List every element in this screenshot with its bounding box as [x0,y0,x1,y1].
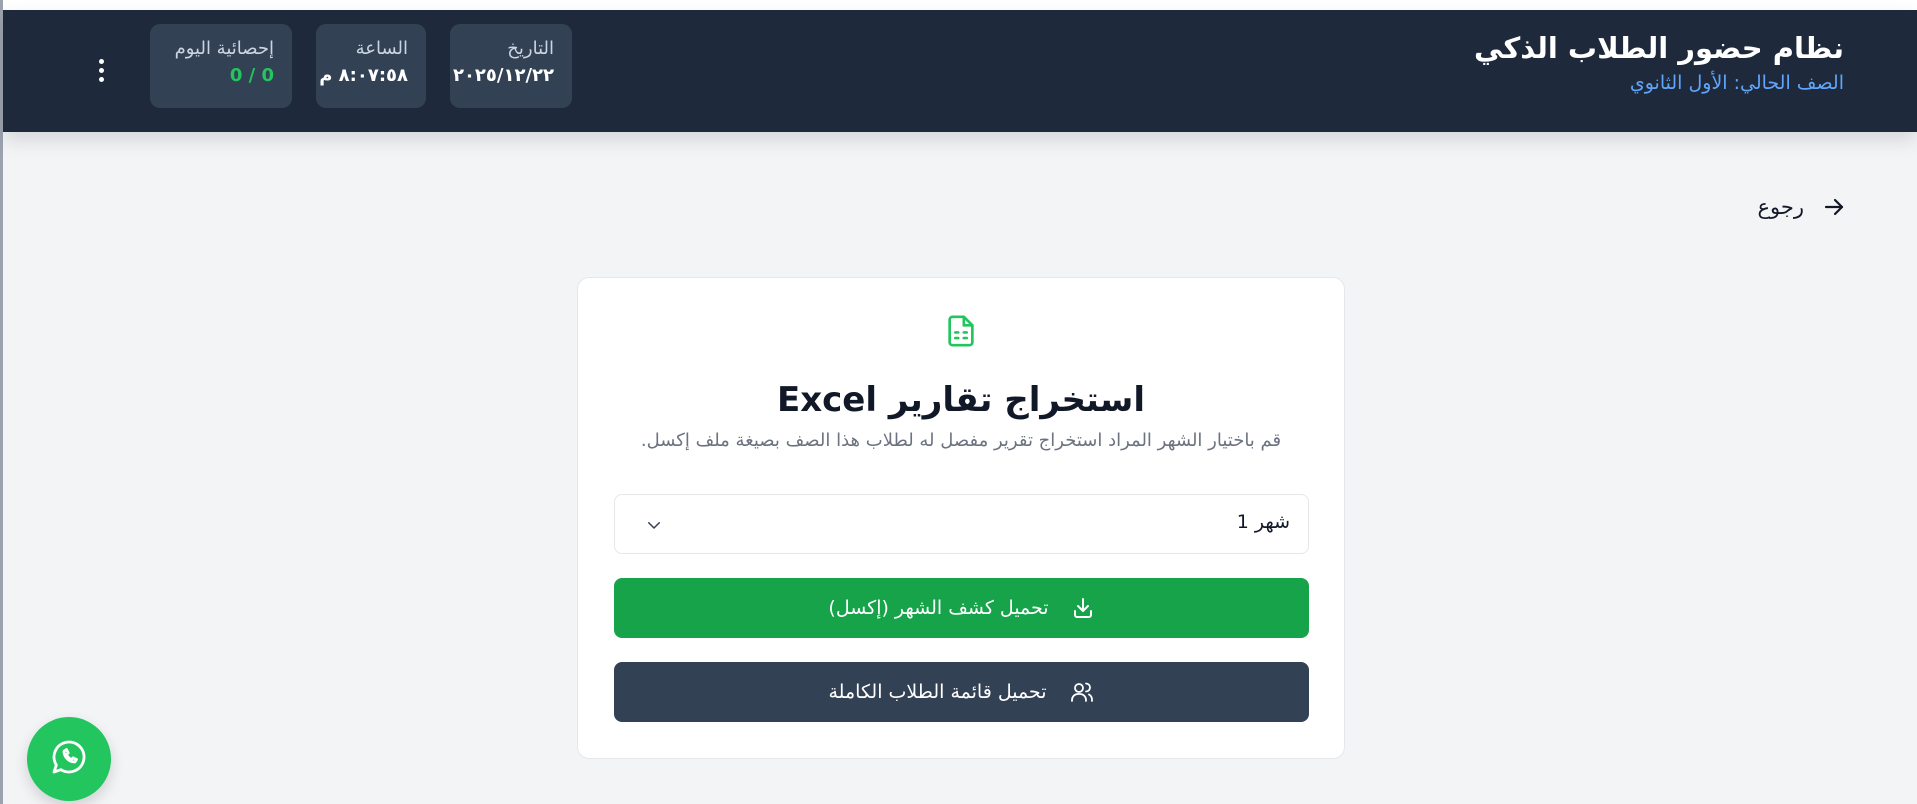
vertical-dots-icon[interactable] [89,50,113,90]
whatsapp-icon [49,737,89,781]
spreadsheet-file-icon [944,313,978,353]
time-label: الساعة [355,38,408,59]
today-stats-label: إحصائية اليوم [174,38,274,59]
excel-export-panel: استخراج تقارير Excel قم باختيار الشهر ال… [577,277,1345,759]
download-icon [1071,596,1095,620]
today-stats-value: 0 / 0 [229,65,274,86]
download-students-button[interactable]: تحميل قائمة الطلاب الكاملة [614,662,1309,722]
panel-description: قم باختيار الشهر المراد استخراج تقرير مف… [640,430,1282,451]
download-month-button[interactable]: تحميل كشف الشهر (إكسل) [614,578,1309,638]
date-card: التاريخ ٢٠٢٥/١٢/٢٢ [450,24,572,108]
top-header: نظام حضور الطلاب الذكي الصف الحالي: الأو… [3,10,1917,132]
date-value: ٢٠٢٥/١٢/٢٢ [452,65,554,86]
whatsapp-button[interactable] [27,717,111,801]
download-students-label: تحميل قائمة الطلاب الكاملة [828,681,1047,703]
date-label: التاريخ [507,38,554,59]
download-month-label: تحميل كشف الشهر (إكسل) [828,597,1049,619]
current-class: الصف الحالي: الأول الثانوي [1629,72,1844,94]
users-icon [1069,680,1095,704]
top-strip [0,0,1917,10]
app-frame: نظام حضور الطلاب الذكي الصف الحالي: الأو… [0,0,1917,804]
chevron-down-icon [645,516,663,538]
time-card: الساعة ٨:٠٧:٥٨ م [316,24,426,108]
back-button[interactable]: رجوع [1757,195,1846,219]
app-title: نظام حضور الطلاب الذكي [1474,31,1844,65]
month-select-value: شهر 1 [1236,511,1290,533]
panel-title: استخراج تقارير Excel [777,380,1145,420]
month-select[interactable]: شهر 1 [614,494,1309,554]
title-block: نظام حضور الطلاب الذكي الصف الحالي: الأو… [1474,28,1844,94]
time-value: ٨:٠٧:٥٨ م [319,65,408,86]
today-stats-card: إحصائية اليوم 0 / 0 [150,24,292,108]
back-label: رجوع [1757,195,1804,219]
arrow-right-icon [1822,195,1846,219]
